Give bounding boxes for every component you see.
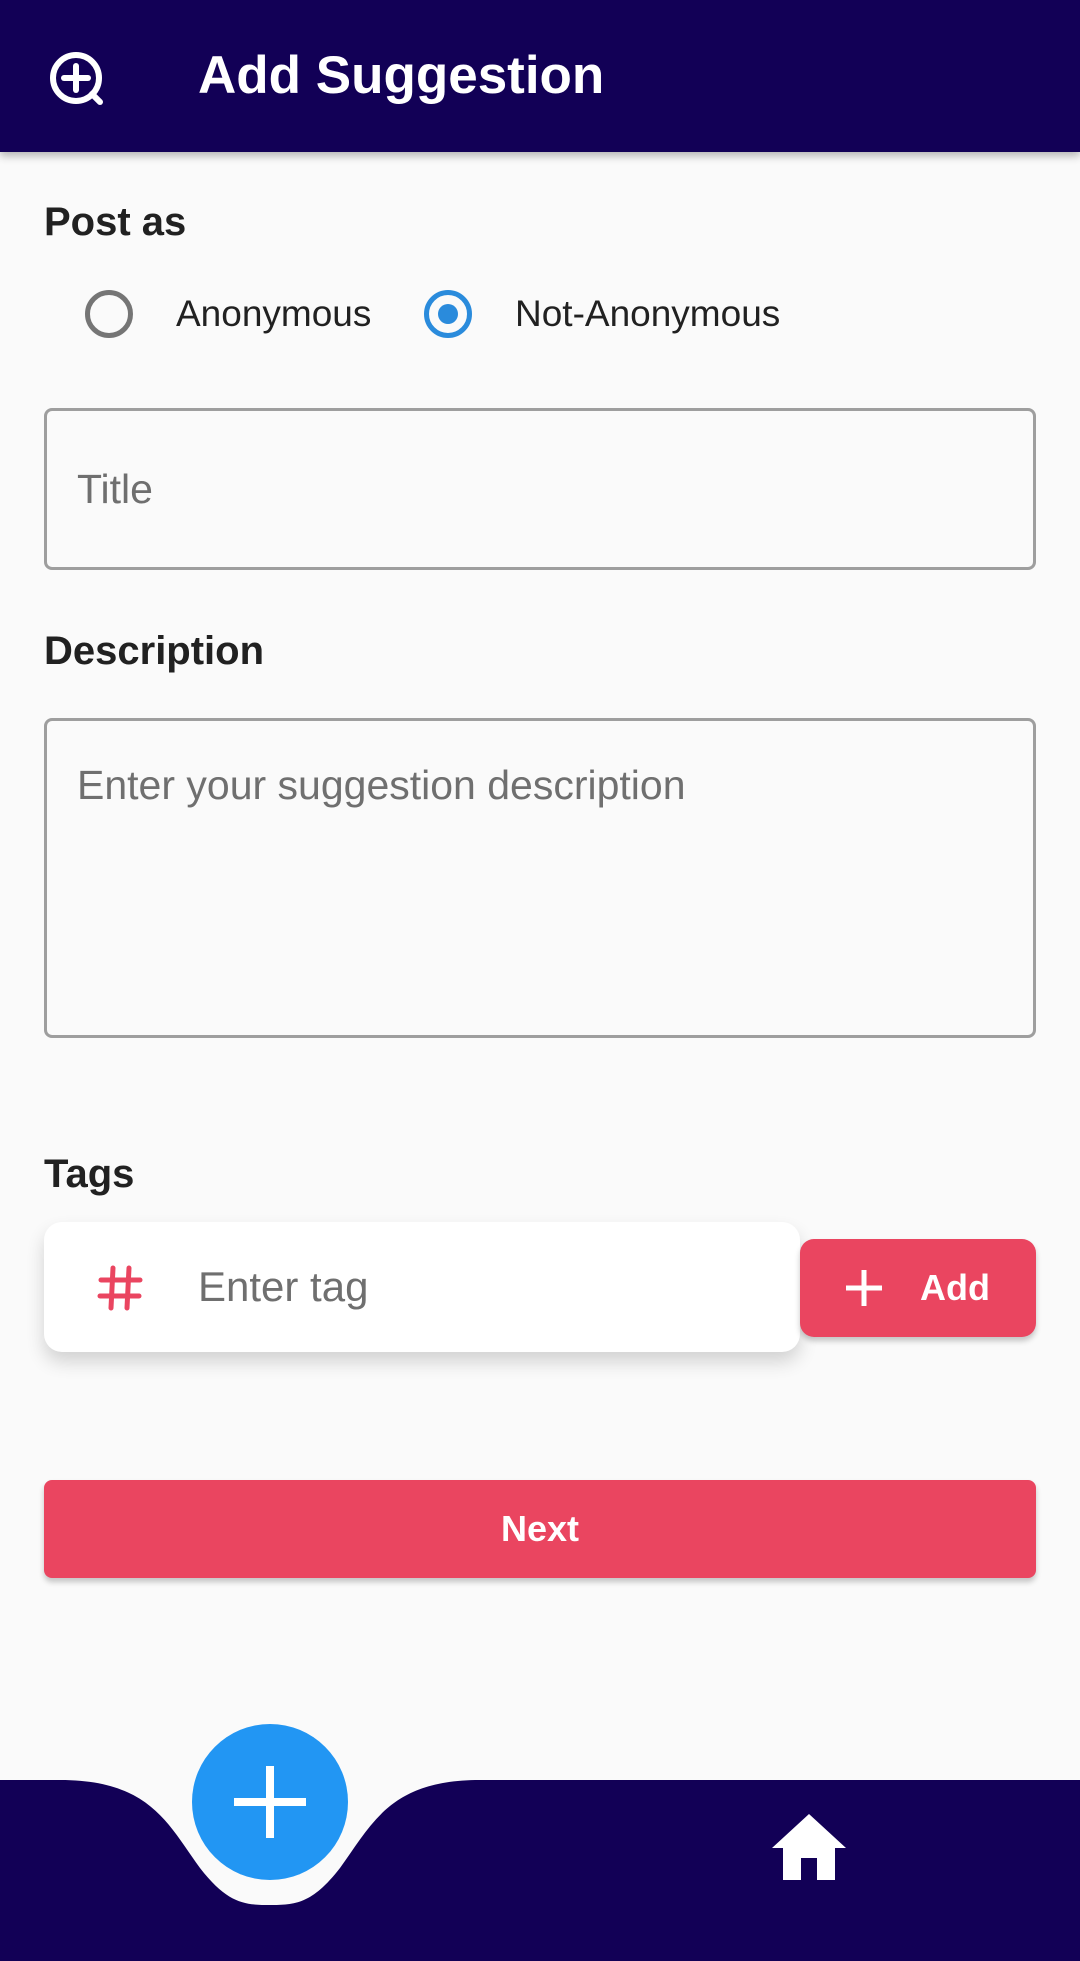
add-icon: [234, 1766, 306, 1838]
radio-selected-dot: [438, 304, 458, 324]
title-input[interactable]: [44, 408, 1036, 570]
page-title: Add Suggestion: [198, 46, 605, 105]
bottom-navigation-bar: [0, 1780, 1080, 1961]
home-icon[interactable]: [770, 1812, 848, 1882]
tag-input[interactable]: [198, 1247, 758, 1327]
tags-label: Tags: [44, 1152, 135, 1196]
radio-anonymous-label[interactable]: Anonymous: [176, 292, 371, 336]
radio-not-anonymous-label[interactable]: Not-Anonymous: [515, 292, 780, 336]
app-bar: Add Suggestion: [0, 0, 1080, 152]
radio-anonymous[interactable]: [85, 290, 133, 338]
radio-not-anonymous[interactable]: [424, 290, 472, 338]
description-label: Description: [44, 629, 265, 673]
next-button[interactable]: Next: [44, 1480, 1036, 1578]
hashtag-icon: [97, 1265, 143, 1311]
description-input[interactable]: [44, 718, 1036, 1038]
add-tag-button-label: Add: [920, 1267, 990, 1308]
post-as-label: Post as: [44, 200, 187, 244]
add-tag-button[interactable]: Add: [800, 1239, 1036, 1337]
tag-input-card: [44, 1222, 800, 1352]
add-circle-icon[interactable]: [47, 49, 105, 107]
plus-icon: [846, 1270, 882, 1306]
add-fab-button[interactable]: [192, 1724, 348, 1880]
